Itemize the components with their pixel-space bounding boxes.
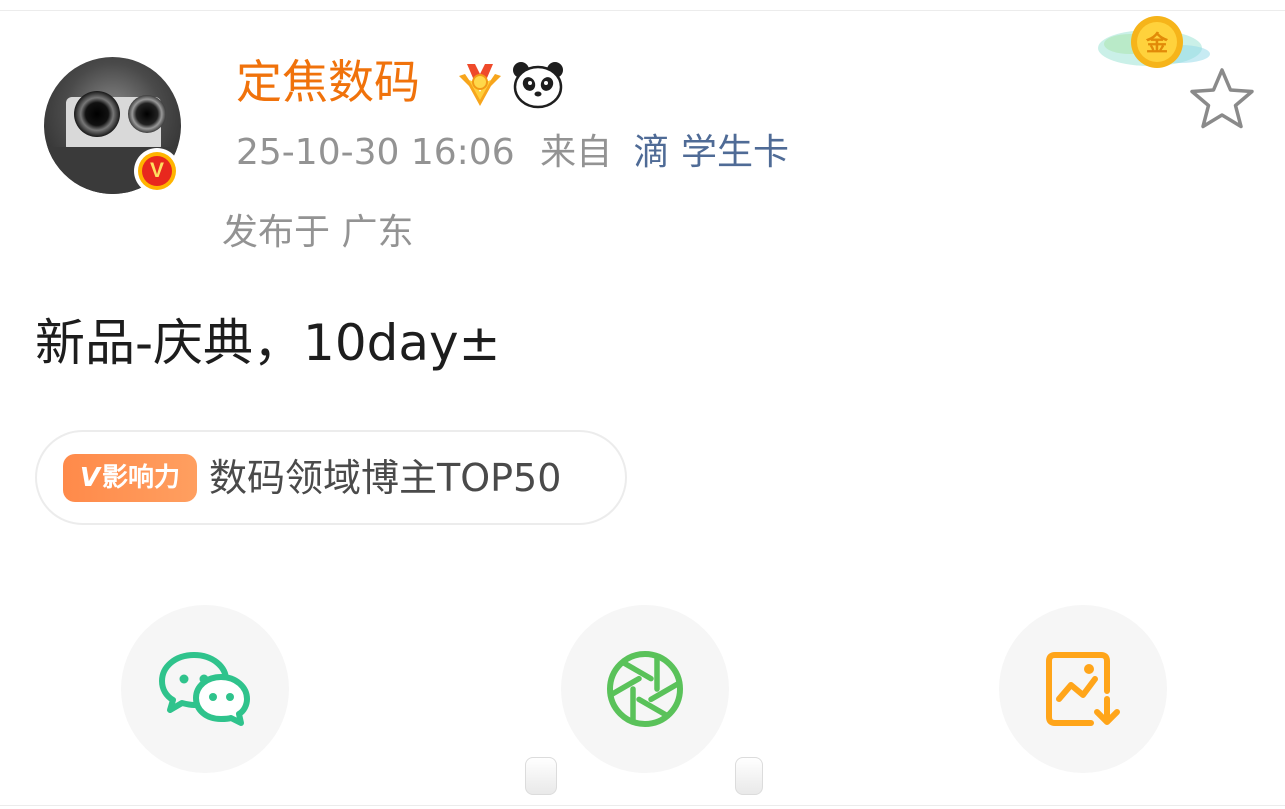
influence-text: 数码领域博主TOP50 <box>209 456 562 500</box>
post-timestamp: 25-10-30 16:06 <box>236 132 515 173</box>
source-prefix: 来自 <box>540 132 613 173</box>
wechat-icon <box>159 652 250 726</box>
avatar-camera-lens <box>74 91 120 137</box>
source-link[interactable]: 滴 学生卡 <box>634 132 789 173</box>
bottom-divider <box>0 805 1285 806</box>
influence-badge-v: V <box>79 463 101 493</box>
verified-badge: V <box>134 148 180 194</box>
save-image-button[interactable] <box>999 605 1167 773</box>
scroll-indicator-right <box>735 757 763 795</box>
avatar-camera-lens-secondary <box>128 95 166 133</box>
scroll-indicator-left <box>525 757 557 795</box>
post-text: 新品-庆典，10day± <box>35 314 501 372</box>
save-image-icon <box>1046 652 1120 726</box>
influence-badge-label: 影响力 <box>102 463 181 493</box>
influence-tag[interactable]: V影响力 数码领域博主TOP50 <box>35 430 627 525</box>
star-icon[interactable] <box>1186 64 1258 136</box>
medal-icon[interactable] <box>455 60 505 110</box>
panda-icon[interactable] <box>511 58 565 110</box>
post-location: 发布于 广东 <box>222 212 414 253</box>
share-wechat-button[interactable] <box>121 605 289 773</box>
username[interactable]: 定焦数码 <box>236 52 420 112</box>
gold-label: 金 <box>1145 31 1169 57</box>
influence-badge: V影响力 <box>63 454 197 502</box>
share-moments-button[interactable] <box>561 605 729 773</box>
post-meta: 25-10-30 16:06 来自 滴 学生卡 <box>236 128 789 178</box>
moments-icon <box>607 651 683 727</box>
verified-v-icon: V <box>142 156 172 186</box>
